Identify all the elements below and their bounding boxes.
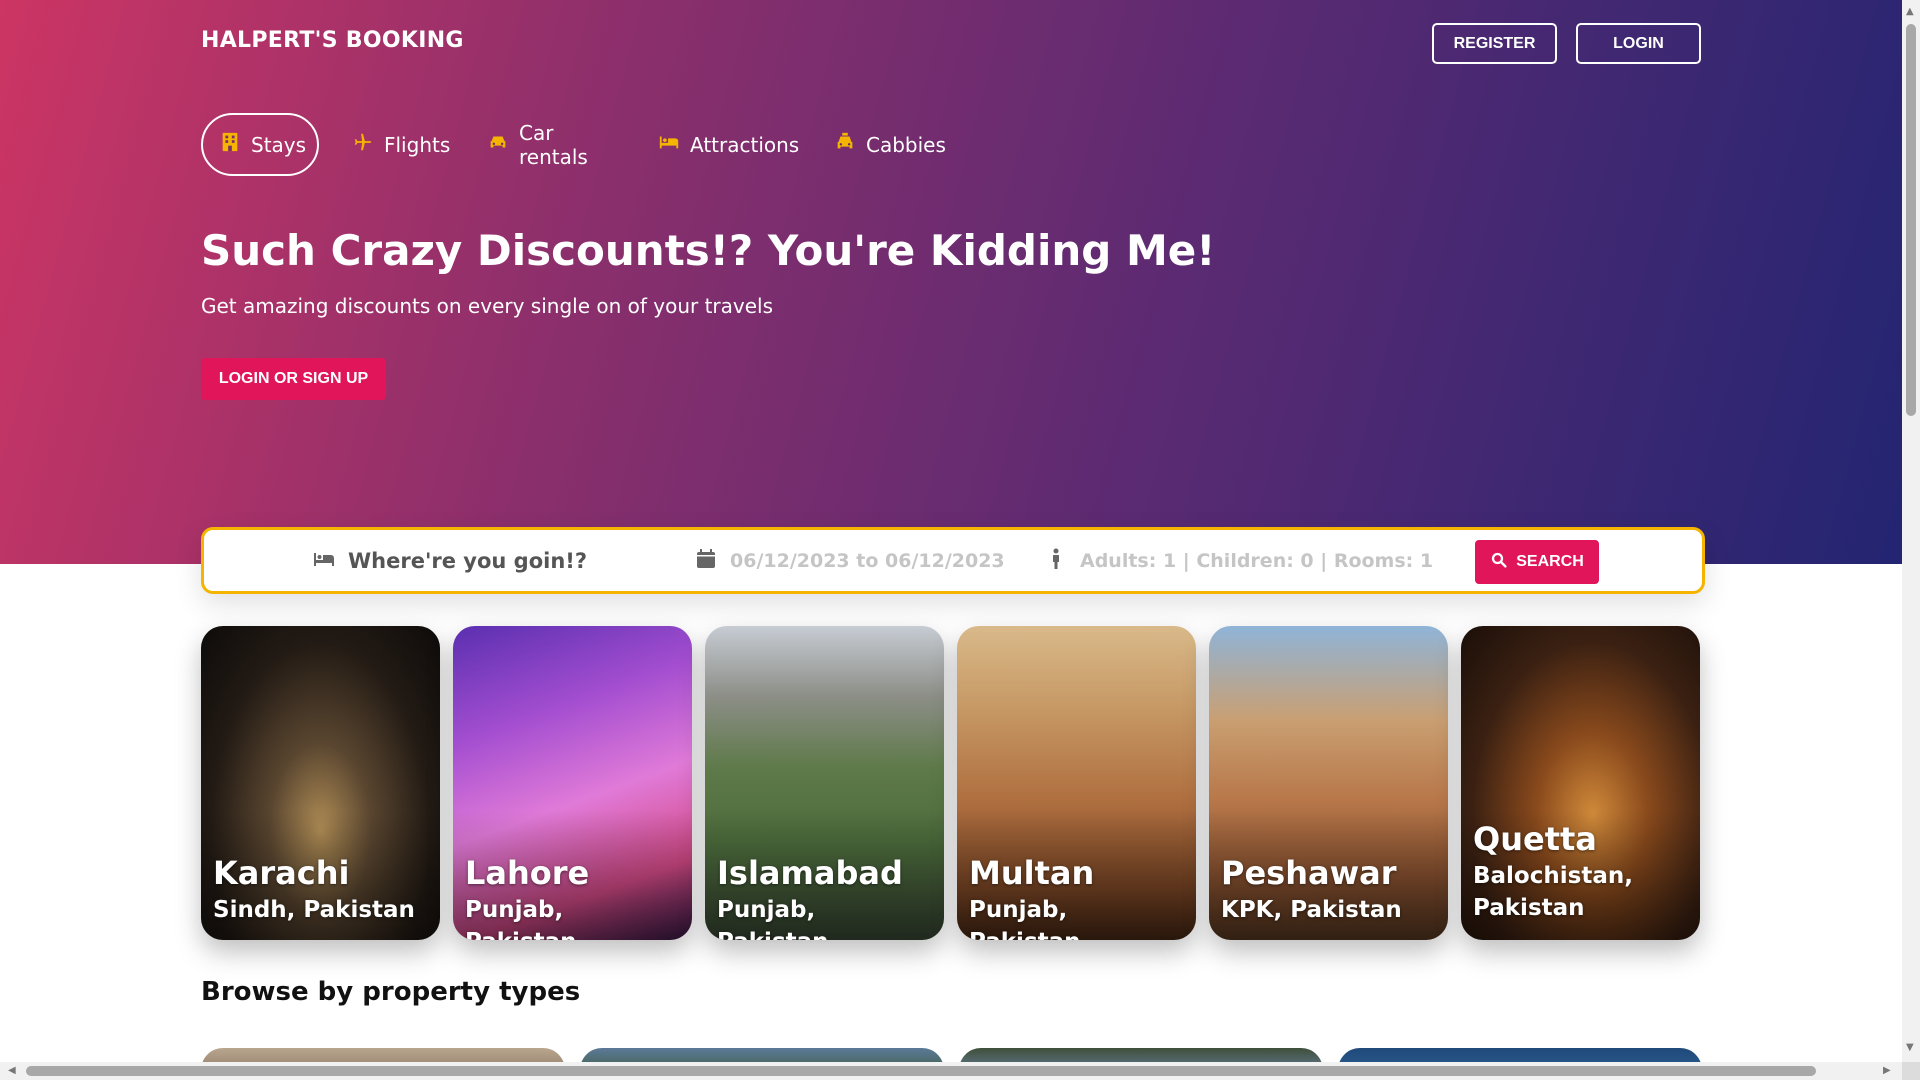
- property-types-heading: Browse by property types: [201, 977, 581, 1007]
- bed-icon: [312, 547, 336, 575]
- vertical-scroll-thumb[interactable]: [1906, 24, 1916, 416]
- nav-item-label: Attractions: [690, 132, 800, 157]
- city-name: Multan: [969, 854, 1095, 892]
- city-name: Lahore: [465, 854, 590, 892]
- taxi-icon: [834, 131, 856, 158]
- city-region: Sindh, Pakistan: [213, 897, 415, 923]
- hero-subheadline: Get amazing discounts on every single on…: [201, 294, 774, 318]
- property-card[interactable]: [580, 1048, 944, 1062]
- brand-logo[interactable]: HALPERT'S BOOKING: [201, 28, 464, 53]
- scroll-down-icon[interactable]: ▼: [1906, 1042, 1914, 1053]
- scrollbar-corner: [1902, 1062, 1920, 1080]
- city-name: Quetta: [1473, 820, 1597, 858]
- city-card-islamabad[interactable]: Islamabad Punjab, Pakistan: [705, 626, 944, 940]
- property-card[interactable]: [201, 1048, 565, 1062]
- city-card-peshawar[interactable]: Peshawar KPK, Pakistan: [1209, 626, 1448, 940]
- property-types-row: [201, 1048, 1702, 1062]
- date-range-value: 06/12/2023 to 06/12/2023: [730, 549, 1005, 572]
- city-card-multan[interactable]: Multan Punjab, Pakistan: [957, 626, 1196, 940]
- hotel-icon: [219, 131, 241, 158]
- city-region: Punjab, Pakistan: [969, 897, 1081, 940]
- property-card[interactable]: [1338, 1048, 1702, 1062]
- city-region: Balochistan, Pakistan: [1473, 863, 1633, 921]
- scroll-left-icon[interactable]: ◀: [8, 1065, 16, 1076]
- nav-item-car-rentals[interactable]: Car rentals: [487, 113, 588, 176]
- page-viewport: HALPERT'S BOOKING REGISTER LOGIN Stays F…: [0, 0, 1902, 1062]
- city-region: KPK, Pakistan: [1221, 897, 1402, 923]
- featured-cities: Karachi Sindh, Pakistan Lahore Punjab, P…: [201, 626, 1701, 940]
- city-region: Punjab, Pakistan: [717, 897, 829, 940]
- car-icon: [487, 131, 509, 158]
- search-icon: [1490, 551, 1508, 574]
- nav-item-label: Cabbies: [866, 132, 946, 157]
- city-card-quetta[interactable]: Quetta Balochistan, Pakistan: [1461, 626, 1700, 940]
- city-name: Islamabad: [717, 854, 903, 892]
- search-bar: Where're you goin!? 06/12/2023 to 06/12/…: [201, 527, 1705, 594]
- occupancy-field[interactable]: Adults: 1 | Children: 0 | Rooms: 1: [1044, 530, 1433, 591]
- city-region: Punjab, Pakistan: [465, 897, 577, 940]
- scroll-right-icon[interactable]: ▶: [1883, 1065, 1891, 1076]
- plane-icon: [352, 131, 374, 158]
- nav-item-label: Stays: [251, 132, 307, 157]
- bed-icon: [658, 131, 680, 158]
- nav-item-attractions[interactable]: Attractions: [658, 113, 799, 176]
- register-button[interactable]: REGISTER: [1432, 23, 1557, 64]
- horizontal-scrollbar[interactable]: ◀ ▶: [0, 1062, 1902, 1080]
- destination-input[interactable]: Where're you goin!?: [348, 549, 587, 573]
- destination-field[interactable]: Where're you goin!?: [312, 530, 587, 591]
- nav-item-label: Flights: [384, 132, 451, 157]
- calendar-icon: [694, 547, 718, 575]
- nav-item-cabbies[interactable]: Cabbies: [834, 113, 946, 176]
- city-card-lahore[interactable]: Lahore Punjab, Pakistan: [453, 626, 692, 940]
- nav-item-flights[interactable]: Flights: [352, 113, 450, 176]
- nav-item-label: Car rentals: [519, 120, 588, 169]
- person-icon: [1044, 547, 1068, 575]
- date-range-field[interactable]: 06/12/2023 to 06/12/2023: [694, 530, 1005, 591]
- horizontal-scroll-thumb[interactable]: [26, 1066, 1816, 1076]
- city-name: Karachi: [213, 854, 350, 892]
- hero-headline: Such Crazy Discounts!? You're Kidding Me…: [201, 226, 1216, 275]
- hero-banner: HALPERT'S BOOKING REGISTER LOGIN Stays F…: [0, 0, 1902, 564]
- city-name: Peshawar: [1221, 854, 1397, 892]
- search-button-label: SEARCH: [1516, 553, 1584, 570]
- login-or-signup-button[interactable]: LOGIN OR SIGN UP: [201, 358, 386, 400]
- occupancy-value: Adults: 1 | Children: 0 | Rooms: 1: [1080, 549, 1434, 572]
- nav-item-stays[interactable]: Stays: [201, 113, 319, 176]
- property-card[interactable]: [959, 1048, 1323, 1062]
- vertical-scrollbar[interactable]: ▲ ▼: [1902, 0, 1920, 1062]
- search-button[interactable]: SEARCH: [1475, 540, 1599, 584]
- login-button[interactable]: LOGIN: [1576, 23, 1701, 64]
- scroll-up-icon[interactable]: ▲: [1906, 6, 1914, 17]
- city-card-karachi[interactable]: Karachi Sindh, Pakistan: [201, 626, 440, 940]
